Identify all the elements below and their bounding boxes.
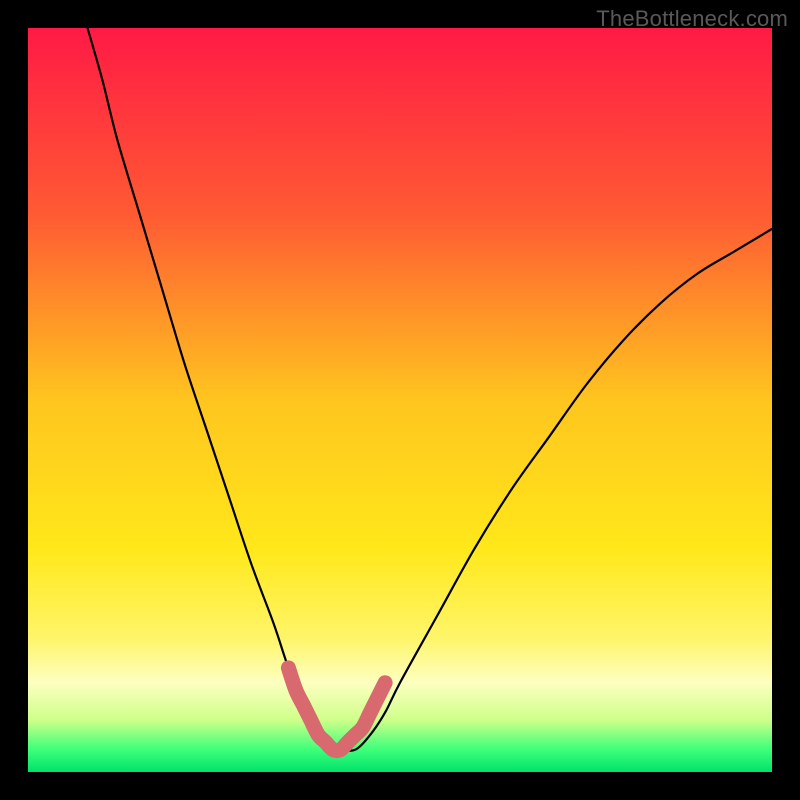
watermark-text: TheBottleneck.com bbox=[596, 6, 788, 32]
bottleneck-chart bbox=[0, 0, 800, 800]
chart-stage: TheBottleneck.com bbox=[0, 0, 800, 800]
gradient-panel bbox=[28, 28, 772, 772]
